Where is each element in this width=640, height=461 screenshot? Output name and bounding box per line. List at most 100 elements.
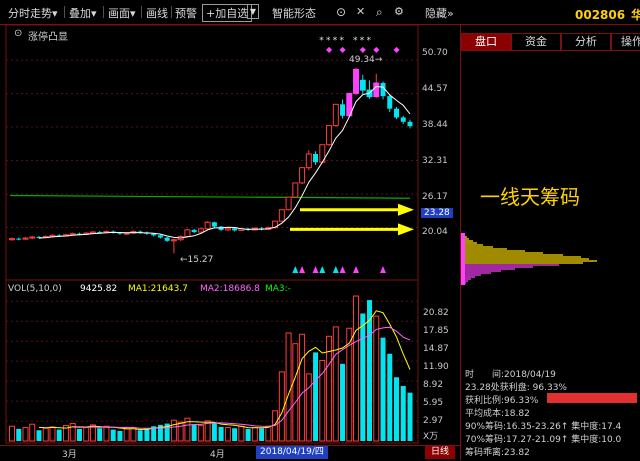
candle-body [184,229,191,237]
candle-body [278,209,285,222]
candle-body [407,121,413,127]
candle-body [197,228,204,233]
volume-bar [9,425,15,442]
candle-body [285,196,292,211]
watchlist-dropdown-icon[interactable]: ▼ [247,4,259,19]
volume-bar [36,430,42,441]
stock-title: 002806 华锋 [575,6,640,23]
candle-body [29,236,36,239]
diamond-marker: ◆ [340,45,347,54]
candle-body [340,104,346,116]
volume-bar [130,427,137,442]
vol-tick: 8.92 [423,380,444,390]
price-tick: 50.70 [422,48,448,58]
long-ma-line [9,194,411,199]
menu-screen[interactable]: 画面▾ [108,5,136,21]
volume-bar [387,353,393,441]
short-ma-line [38,85,411,239]
volume-bar [83,427,90,442]
vol-tick: 5.95 [423,398,444,408]
volume-bar [305,373,312,442]
signal-marker [339,266,346,273]
volume-bar [22,427,29,442]
candle-body [123,232,130,235]
menu-separator [171,6,172,18]
diamond-marker: ◆ [326,45,333,54]
yellow-arrowhead-lower [398,223,414,236]
close-icon[interactable]: ✕ [356,5,365,18]
signal-marker [312,266,319,273]
kline-chart[interactable]: * * * * * * *◆ ◆ ◆ ◆ ◆ [0,25,460,445]
candle-body [400,117,406,122]
volume-bar [49,426,56,442]
volume-bar [197,425,204,442]
info-profit-ratio: 获利比例:96.33% [465,396,539,406]
menu-separator [103,6,104,18]
volume-bar [103,425,110,442]
menu-smart-pattern[interactable]: 智能形态 [272,5,316,21]
menu-overlay[interactable]: 叠加▾ [69,5,97,21]
volume-bar [299,333,306,442]
candle-body [164,237,170,241]
volume-bar [16,428,22,441]
volume-bar [340,363,346,441]
candle-body [204,221,211,230]
volume-bar [42,427,49,442]
menu-intraday[interactable]: 分时走势▾ [8,5,58,21]
clock-icon[interactable]: ⊙ [336,5,346,19]
stock-name: 华锋 [631,8,640,22]
vol-tick: 17.85 [423,326,449,336]
candle-body [22,237,29,240]
volume-bar [29,423,36,442]
month-label: 3月 [62,450,77,460]
candle-body [16,238,22,240]
selected-date: 2018/04/19/四 [256,446,328,459]
gear-icon[interactable]: ⚙ [394,5,404,18]
volume-bar [319,359,326,442]
info-time: 时 间:2018/04/19 [465,370,556,380]
volume-bar [97,428,103,441]
menu-alert[interactable]: 预警 [175,5,197,21]
candle-body [9,238,15,241]
volume-bar [332,326,339,442]
peak-price-label: 49.34→ [349,55,383,65]
vol-indicator-name: VOL(5,10,0) [8,284,62,294]
candle-body [332,103,339,127]
diamond-marker: ◆ [373,45,380,54]
signal-marker [292,266,299,273]
candle-body [387,96,393,109]
hide-panel-button[interactable]: 隐藏» [425,5,454,21]
period-daily-button[interactable]: 日线 [425,446,455,459]
volume-bar [353,295,360,442]
price-tick: 32.31 [422,156,448,166]
volume-bar [265,425,272,442]
menu-draw-line[interactable]: 画线 [146,5,168,21]
current-price-tag: 23.28 [421,208,453,218]
kline-chart-area: * * * * * * * ◆ ◆ ◆ ◆ ◆ ⊙ 涨停凸显 50.70 44.57 38.44 32… [0,25,460,445]
chip-range-marker [461,233,465,285]
menu-separator [64,6,65,18]
volume-bar [117,430,123,441]
candle-body [394,108,400,118]
diamond-marker: ◆ [394,45,401,54]
candle-body [359,79,366,91]
search-icon[interactable]: ⌕ [376,5,383,20]
signal-marker [299,266,306,273]
candle-body [326,125,333,146]
price-tick: 20.04 [422,227,448,237]
indicator-dropdown-icon[interactable]: ⊙ [14,28,22,39]
stock-code: 002806 [575,8,626,22]
candle-body [292,182,299,198]
volume-bar [218,426,224,441]
add-watchlist-button[interactable]: +加自选 [202,4,253,22]
info-chip-90: 90%筹码:16.35-23.26↑ 集中度:17.4 [465,422,622,432]
candle-body [170,239,177,242]
top-toolbar: 分时走势▾ 叠加▾ 画面▾ 画线 预警 +加自选 ▼ 智能形态 ⊙ ✕ ⌕ ⚙ … [0,0,640,25]
volume-bar [278,371,285,442]
date-axis: 3月 4月 2018/04/19/四 [0,445,460,461]
volume-bar [232,428,238,441]
volume-bar [373,315,380,442]
volume-bar [251,427,258,442]
candle-body [353,68,360,94]
volume-bar [137,430,143,441]
